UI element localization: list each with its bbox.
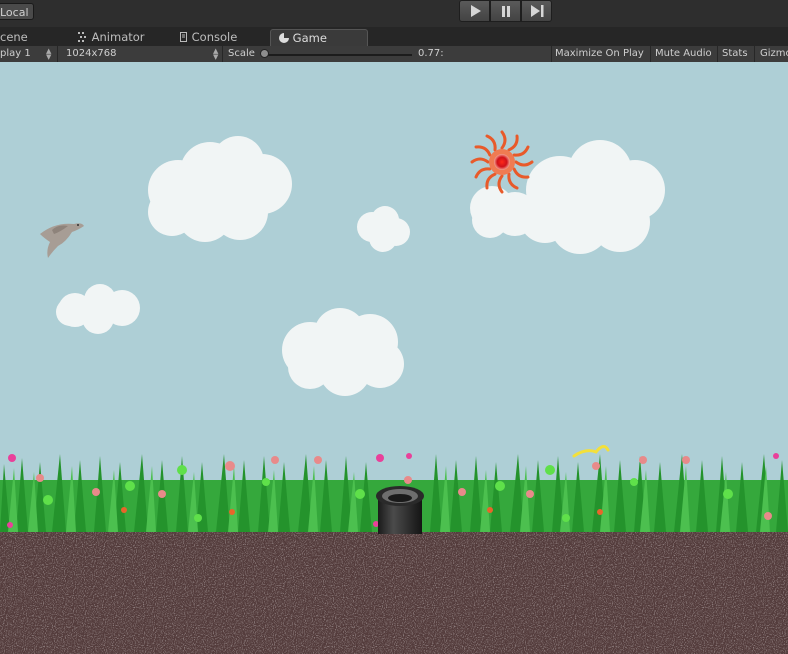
divider <box>650 46 651 62</box>
top-toolbar: Local <box>0 0 788 27</box>
tab-scene-label: cene <box>0 30 28 44</box>
stats-toggle[interactable]: Stats <box>722 46 748 62</box>
playback-controls <box>459 0 552 23</box>
scale-slider-track[interactable] <box>262 54 412 56</box>
pipe-cannon-icon <box>376 486 424 534</box>
play-icon <box>470 5 481 17</box>
pause-button[interactable] <box>490 0 521 22</box>
display-dropdown-arrow-icon: ▲ ▼ <box>46 47 52 61</box>
tab-animator[interactable]: Animator <box>78 29 158 46</box>
scale-label: Scale <box>228 48 255 59</box>
play-button[interactable] <box>459 0 490 22</box>
window-tab-bar: cene Animator Console Game <box>0 27 788 46</box>
display-dropdown-label: play 1 <box>0 48 31 59</box>
tab-scene[interactable]: cene <box>0 29 60 46</box>
animator-icon <box>78 32 86 42</box>
scale-slider-handle[interactable] <box>260 49 269 58</box>
resolution-dropdown-label: 1024x768 <box>66 48 117 59</box>
tab-game-label: Game <box>292 31 327 45</box>
local-toggle-button[interactable]: Local <box>0 3 34 20</box>
pause-icon <box>501 6 510 17</box>
soil-ground <box>0 532 788 654</box>
game-view-toolbar: play 1 ▲ ▼ 1024x768 ▲ ▼ Scale 0.77: Maximi… <box>0 46 788 63</box>
tab-console-label: Console <box>191 30 238 44</box>
game-icon <box>279 33 289 43</box>
console-icon <box>180 32 187 42</box>
scale-value: 0.77: <box>418 48 444 59</box>
divider <box>717 46 718 62</box>
divider <box>754 46 755 62</box>
tab-game[interactable]: Game <box>270 29 368 46</box>
maximize-on-play-toggle[interactable]: Maximize On Play <box>555 46 644 62</box>
game-viewport[interactable] <box>0 62 788 654</box>
divider <box>222 46 223 62</box>
divider <box>551 46 552 62</box>
resolution-dropdown[interactable]: 1024x768 <box>66 46 222 62</box>
gizmos-dropdown[interactable]: Gizmo <box>760 46 788 62</box>
tab-animator-label: Animator <box>91 30 145 44</box>
divider <box>57 46 58 62</box>
step-button[interactable] <box>521 0 552 22</box>
tab-console[interactable]: Console <box>180 29 260 46</box>
mute-audio-toggle[interactable]: Mute Audio <box>655 46 712 62</box>
step-icon <box>530 5 543 17</box>
resolution-dropdown-arrow-icon: ▲ ▼ <box>213 47 219 61</box>
